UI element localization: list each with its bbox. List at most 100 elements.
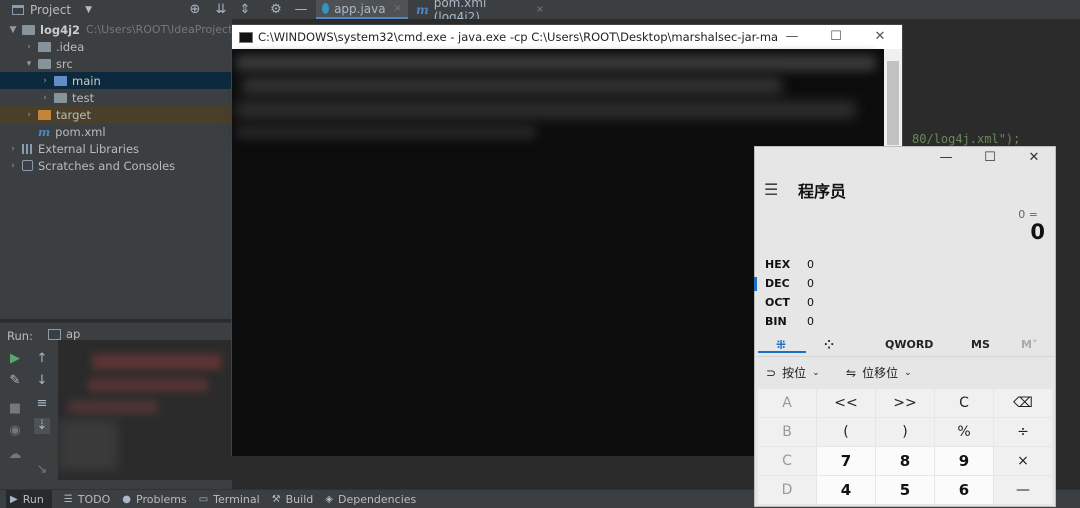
redacted-text bbox=[242, 77, 782, 95]
soft-wrap-icon[interactable]: ≡ bbox=[34, 396, 50, 412]
key-divide[interactable]: ÷ bbox=[994, 418, 1052, 446]
folder-icon bbox=[54, 92, 67, 103]
tab-pom-xml[interactable]: m pom.xml (log4j2) × bbox=[410, 0, 550, 24]
folder-icon bbox=[54, 75, 67, 86]
redacted-text bbox=[236, 125, 536, 139]
chevron-down-icon: ▼ bbox=[85, 4, 92, 15]
cmd-icon bbox=[239, 31, 253, 43]
key-left-shift[interactable]: << bbox=[817, 389, 875, 417]
chevron-right-icon: › bbox=[43, 92, 47, 103]
project-tree: ▼ log4j2 C:\Users\ROOT\IdeaProjects › .i… bbox=[0, 19, 272, 319]
key-8[interactable]: 8 bbox=[876, 447, 934, 475]
console-icon bbox=[48, 328, 61, 340]
dependencies-tool-button[interactable]: ◈ Dependencies bbox=[325, 493, 416, 506]
radix-bin[interactable]: BIN 0 bbox=[765, 315, 814, 328]
close-icon[interactable]: × bbox=[536, 4, 544, 15]
key-backspace[interactable]: ⌫ bbox=[994, 389, 1052, 417]
calc-maximize-button[interactable]: ☐ bbox=[970, 147, 1010, 169]
key-6[interactable]: 6 bbox=[935, 476, 993, 504]
radix-selection-indicator bbox=[754, 277, 757, 291]
key-4[interactable]: 4 bbox=[817, 476, 875, 504]
tree-item-external-libraries[interactable]: › External Libraries bbox=[0, 140, 240, 157]
locate-icon[interactable]: ⊕ bbox=[187, 2, 203, 17]
folder-icon bbox=[22, 24, 35, 35]
arrow-down-icon[interactable]: ↓ bbox=[34, 373, 50, 389]
gear-icon[interactable]: ⚙ bbox=[268, 2, 284, 17]
chevron-right-icon: › bbox=[43, 75, 47, 86]
library-icon bbox=[22, 143, 33, 154]
radix-hex[interactable]: HEX 0 bbox=[765, 258, 814, 271]
tab-app-java[interactable]: app.java × bbox=[316, 0, 408, 19]
hide-icon[interactable]: — bbox=[293, 2, 309, 17]
minimize-button[interactable]: — bbox=[772, 25, 812, 49]
key-subtract[interactable]: — bbox=[994, 476, 1052, 504]
tree-item-pom[interactable]: m pom.xml bbox=[0, 123, 270, 140]
calc-display: 0 bbox=[1030, 220, 1045, 244]
close-button[interactable]: ✕ bbox=[860, 25, 900, 49]
layout-icon[interactable]: ☁ bbox=[7, 447, 23, 463]
key-multiply[interactable]: × bbox=[994, 447, 1052, 475]
close-icon[interactable]: × bbox=[394, 3, 402, 14]
scroll-end-icon[interactable]: ⇣ bbox=[34, 418, 50, 434]
bitwise-dropdown[interactable]: ⊃ 按位 ⌄ bbox=[766, 364, 820, 381]
collapse-all-icon[interactable]: ⇊ bbox=[213, 2, 229, 17]
scratches-icon bbox=[22, 160, 33, 171]
calc-minimize-button[interactable]: — bbox=[926, 147, 966, 169]
hamburger-menu-icon[interactable]: ☰ bbox=[764, 180, 778, 199]
camera-icon[interactable]: ◉ bbox=[7, 423, 23, 439]
key-d[interactable]: D bbox=[758, 476, 816, 504]
tree-item-target[interactable]: › target bbox=[0, 106, 256, 123]
tree-item-src[interactable]: ▾ src bbox=[0, 55, 256, 72]
expand-icon[interactable]: ⇕ bbox=[237, 2, 253, 17]
keypad-icon[interactable]: ⁜ bbox=[776, 338, 786, 352]
run-tab[interactable]: ap bbox=[48, 327, 80, 341]
stop-icon[interactable]: ■ bbox=[7, 401, 23, 417]
chevron-right-icon: › bbox=[11, 160, 15, 171]
bitshift-icon: ⇋ bbox=[846, 365, 857, 380]
hammer-icon: ⚒ bbox=[271, 493, 281, 505]
key-a[interactable]: A bbox=[758, 389, 816, 417]
radix-oct[interactable]: OCT 0 bbox=[765, 296, 814, 309]
word-size-button[interactable]: QWORD bbox=[885, 338, 933, 351]
run-console[interactable] bbox=[58, 340, 232, 480]
tree-item-idea[interactable]: › .idea bbox=[0, 38, 256, 55]
key-percent[interactable]: % bbox=[935, 418, 993, 446]
key-open-paren[interactable]: ( bbox=[817, 418, 875, 446]
key-close-paren[interactable]: ) bbox=[876, 418, 934, 446]
redacted-text bbox=[236, 55, 876, 71]
radix-dec[interactable]: DEC 0 bbox=[765, 277, 814, 290]
memory-list-button[interactable]: M˅ bbox=[1021, 338, 1037, 351]
key-9[interactable]: 9 bbox=[935, 447, 993, 475]
rerun-icon[interactable]: ▶ bbox=[7, 351, 23, 367]
chevron-down-icon: ⌄ bbox=[904, 367, 912, 378]
tree-item-log4j2[interactable]: ▼ log4j2 C:\Users\ROOT\IdeaProjects bbox=[0, 21, 240, 38]
maximize-button[interactable]: ☐ bbox=[816, 25, 856, 49]
redacted-text bbox=[236, 101, 856, 119]
bit-toggle-icon[interactable]: ⁘ bbox=[824, 338, 834, 352]
scrollbar-thumb[interactable] bbox=[887, 61, 899, 145]
code-fragment: 80/log4j.xml"); bbox=[912, 132, 1021, 146]
todo-tool-button[interactable]: ☰ TODO bbox=[64, 493, 110, 506]
key-5[interactable]: 5 bbox=[876, 476, 934, 504]
key-7[interactable]: 7 bbox=[817, 447, 875, 475]
key-c[interactable]: C bbox=[758, 447, 816, 475]
key-right-shift[interactable]: >> bbox=[876, 389, 934, 417]
redacted-text bbox=[68, 400, 158, 414]
bitshift-dropdown[interactable]: ⇋ 位移位 ⌄ bbox=[846, 364, 912, 381]
pin-icon[interactable]: ↘ bbox=[34, 462, 50, 478]
key-clear[interactable]: C bbox=[935, 389, 993, 417]
tree-item-scratches[interactable]: › Scratches and Consoles bbox=[0, 157, 240, 174]
project-label: Project bbox=[30, 2, 72, 17]
memory-store-button[interactable]: MS bbox=[971, 338, 990, 351]
build-tool-button[interactable]: ⚒ Build bbox=[272, 493, 314, 506]
calc-close-button[interactable]: ✕ bbox=[1014, 147, 1054, 169]
problems-tool-button[interactable]: ● Problems bbox=[122, 493, 186, 506]
wrench-icon[interactable]: ✎ bbox=[7, 373, 23, 389]
chevron-right-icon: › bbox=[27, 109, 31, 120]
terminal-tool-button[interactable]: ▭ Terminal bbox=[199, 493, 260, 506]
terminal-icon: ▭ bbox=[198, 493, 209, 505]
run-tool-button[interactable]: ▶ Run bbox=[6, 490, 52, 508]
arrow-up-icon[interactable]: ↑ bbox=[34, 351, 50, 367]
key-b[interactable]: B bbox=[758, 418, 816, 446]
redacted-text bbox=[92, 354, 222, 370]
